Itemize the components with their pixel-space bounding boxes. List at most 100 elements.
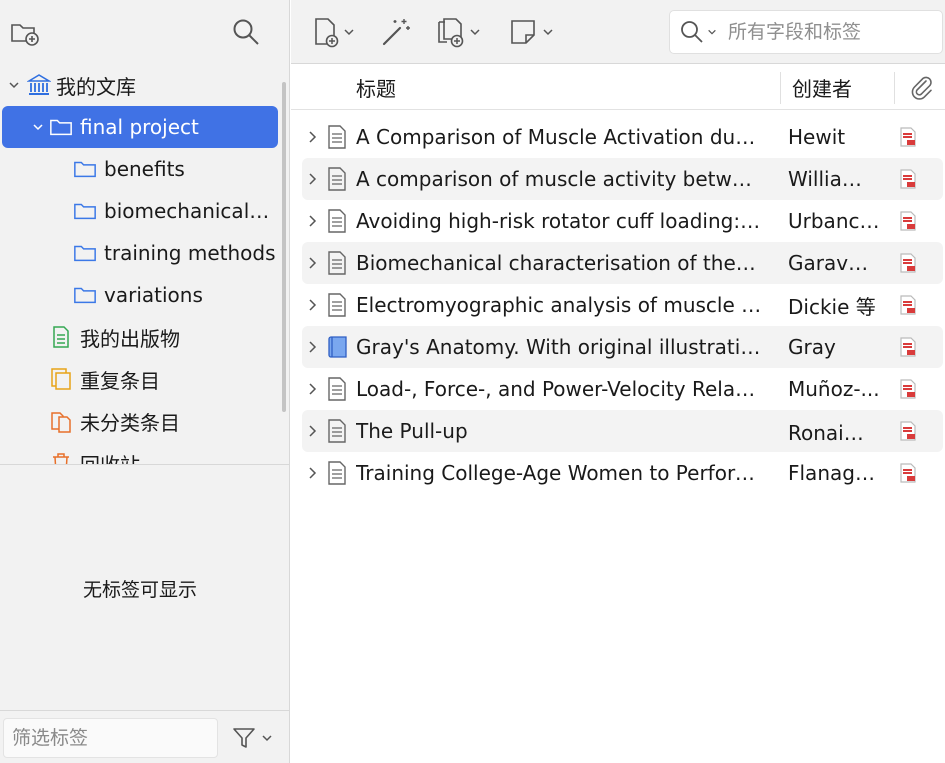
- tree-item-variations[interactable]: variations: [2, 274, 278, 316]
- folder-plus-icon: [11, 24, 39, 46]
- chevron-down-icon[interactable]: [6, 77, 22, 93]
- book-icon: [327, 326, 351, 368]
- items-search-input[interactable]: [728, 17, 934, 47]
- tree-item-label: 我的出版物: [80, 326, 180, 351]
- journal-article-icon: [327, 452, 351, 494]
- chevron-down-icon: [262, 735, 272, 742]
- pdf-attachment-icon[interactable]: [898, 200, 922, 242]
- chevron-right-icon[interactable]: [307, 452, 323, 494]
- no-tags-message: 无标签可显示: [82, 579, 197, 601]
- column-header-creator[interactable]: 创建者: [792, 64, 892, 110]
- item-row[interactable]: Training College-Age Women to Perform ..…: [302, 452, 943, 494]
- tree-item-my-publications[interactable]: 我的出版物: [2, 316, 278, 358]
- new-collection-button[interactable]: [6, 14, 42, 50]
- collection-search-button[interactable]: [226, 14, 266, 50]
- tree-item-benefits[interactable]: benefits: [2, 148, 278, 190]
- pdf-attachment-icon[interactable]: [898, 368, 922, 410]
- journal-article-icon: [327, 200, 351, 242]
- add-by-identifier-button[interactable]: [377, 14, 415, 50]
- collection-tree-scrollbar[interactable]: [282, 82, 286, 412]
- tag-actions-button[interactable]: [228, 721, 276, 755]
- pdf-attachment-icon[interactable]: [898, 158, 922, 200]
- pdf-attachment-icon[interactable]: [898, 452, 922, 494]
- chevron-right-icon[interactable]: [307, 368, 323, 410]
- chevron-right-icon[interactable]: [307, 326, 323, 368]
- item-row[interactable]: The Pull-up Ronai和...: [302, 410, 943, 452]
- tree-item-unfiled[interactable]: 未分类条目: [2, 400, 278, 442]
- tree-item-label: 我的文库: [56, 74, 136, 99]
- journal-article-icon: [327, 116, 351, 158]
- item-row[interactable]: A comparison of muscle activity between …: [302, 158, 943, 200]
- chevron-right-icon[interactable]: [307, 200, 323, 242]
- item-title: Gray's Anatomy. With original illustrati…: [356, 335, 762, 359]
- pdf-attachment-icon[interactable]: [898, 242, 922, 284]
- tree-item-library[interactable]: 我的文库: [2, 64, 278, 106]
- item-title: Training College-Age Women to Perform ..…: [356, 461, 762, 485]
- folder-icon: [73, 241, 97, 265]
- tag-filter-bar: [0, 710, 290, 763]
- search-mode-button[interactable]: [674, 17, 722, 47]
- publications-icon: [49, 325, 73, 349]
- pdf-attachment-icon[interactable]: [898, 410, 922, 452]
- tree-item-label: benefits: [104, 157, 185, 181]
- item-row[interactable]: Load-, Force-, and Power-Velocity Relati…: [302, 368, 943, 410]
- journal-article-icon: [327, 410, 351, 452]
- tree-item-label: 重复条目: [80, 368, 160, 393]
- column-header-label: 标题: [356, 76, 396, 101]
- pdf-attachment-icon[interactable]: [898, 326, 922, 368]
- column-header-attachments[interactable]: [904, 64, 940, 110]
- items-pane: 标题 创建者 A Comparison of Muscle Activation…: [291, 0, 945, 763]
- tree-item-label: 回收站: [80, 449, 140, 465]
- item-row[interactable]: Electromyographic analysis of muscle act…: [302, 284, 943, 326]
- column-header-title[interactable]: 标题: [356, 64, 776, 110]
- paperclip-icon: [911, 76, 932, 100]
- chevron-right-icon[interactable]: [307, 410, 323, 452]
- item-title: A comparison of muscle activity between …: [356, 167, 762, 191]
- tree-item-final-project[interactable]: final project: [2, 106, 278, 148]
- tag-selector: 无标签可显示: [0, 464, 290, 710]
- item-row[interactable]: Biomechanical characterisation of the pu…: [302, 242, 943, 284]
- pdf-attachment-icon[interactable]: [898, 284, 922, 326]
- item-title: A Comparison of Muscle Activation durin.…: [356, 125, 762, 149]
- pdf-attachment-icon[interactable]: [898, 116, 922, 158]
- item-title: Biomechanical characterisation of the pu…: [356, 251, 762, 275]
- item-row[interactable]: Avoiding high-risk rotator cuff loading:…: [302, 200, 943, 242]
- tag-filter-input[interactable]: [3, 718, 218, 758]
- new-attachment-button[interactable]: [431, 14, 485, 50]
- item-title: Avoiding high-risk rotator cuff loading:…: [356, 209, 762, 233]
- journal-article-icon: [327, 284, 351, 326]
- column-divider[interactable]: [894, 72, 895, 104]
- item-creator: Gray: [788, 335, 836, 359]
- chevron-right-icon[interactable]: [307, 158, 323, 200]
- column-divider[interactable]: [780, 72, 781, 104]
- item-creator: Ronai和...: [788, 420, 880, 445]
- chevron-right-icon[interactable]: [307, 242, 323, 284]
- new-note-button[interactable]: [505, 14, 557, 50]
- journal-article-icon: [327, 368, 351, 410]
- chevron-down-icon: [344, 29, 354, 36]
- new-item-button[interactable]: [307, 14, 359, 50]
- tree-item-label: variations: [104, 283, 203, 307]
- tree-item-label: training methods: [104, 241, 276, 265]
- tree-item-trash[interactable]: 回收站: [2, 442, 278, 464]
- chevron-down-icon[interactable]: [30, 119, 46, 135]
- tree-item-duplicates[interactable]: 重复条目: [2, 358, 278, 400]
- tree-item-biomechanical[interactable]: biomechanical f...: [2, 190, 278, 232]
- item-creator: Garavag...: [788, 251, 880, 275]
- chevron-right-icon[interactable]: [307, 116, 323, 158]
- item-row[interactable]: Gray's Anatomy. With original illustrati…: [302, 326, 943, 368]
- item-row[interactable]: A Comparison of Muscle Activation durin.…: [302, 116, 943, 158]
- chevron-down-icon: [470, 29, 480, 36]
- chevron-down-icon: [543, 29, 553, 36]
- tree-item-training-methods[interactable]: training methods: [2, 232, 278, 274]
- item-title: The Pull-up: [356, 419, 468, 443]
- folder-icon: [73, 157, 97, 181]
- chevron-right-icon[interactable]: [307, 284, 323, 326]
- attachment-add-icon: [438, 18, 464, 48]
- folder-icon: [73, 283, 97, 307]
- items-search-box[interactable]: [669, 10, 943, 54]
- item-title: Load-, Force-, and Power-Velocity Relati…: [356, 377, 762, 401]
- item-title: Electromyographic analysis of muscle act…: [356, 293, 762, 317]
- column-header-label: 创建者: [792, 76, 852, 101]
- trash-icon: [49, 451, 73, 464]
